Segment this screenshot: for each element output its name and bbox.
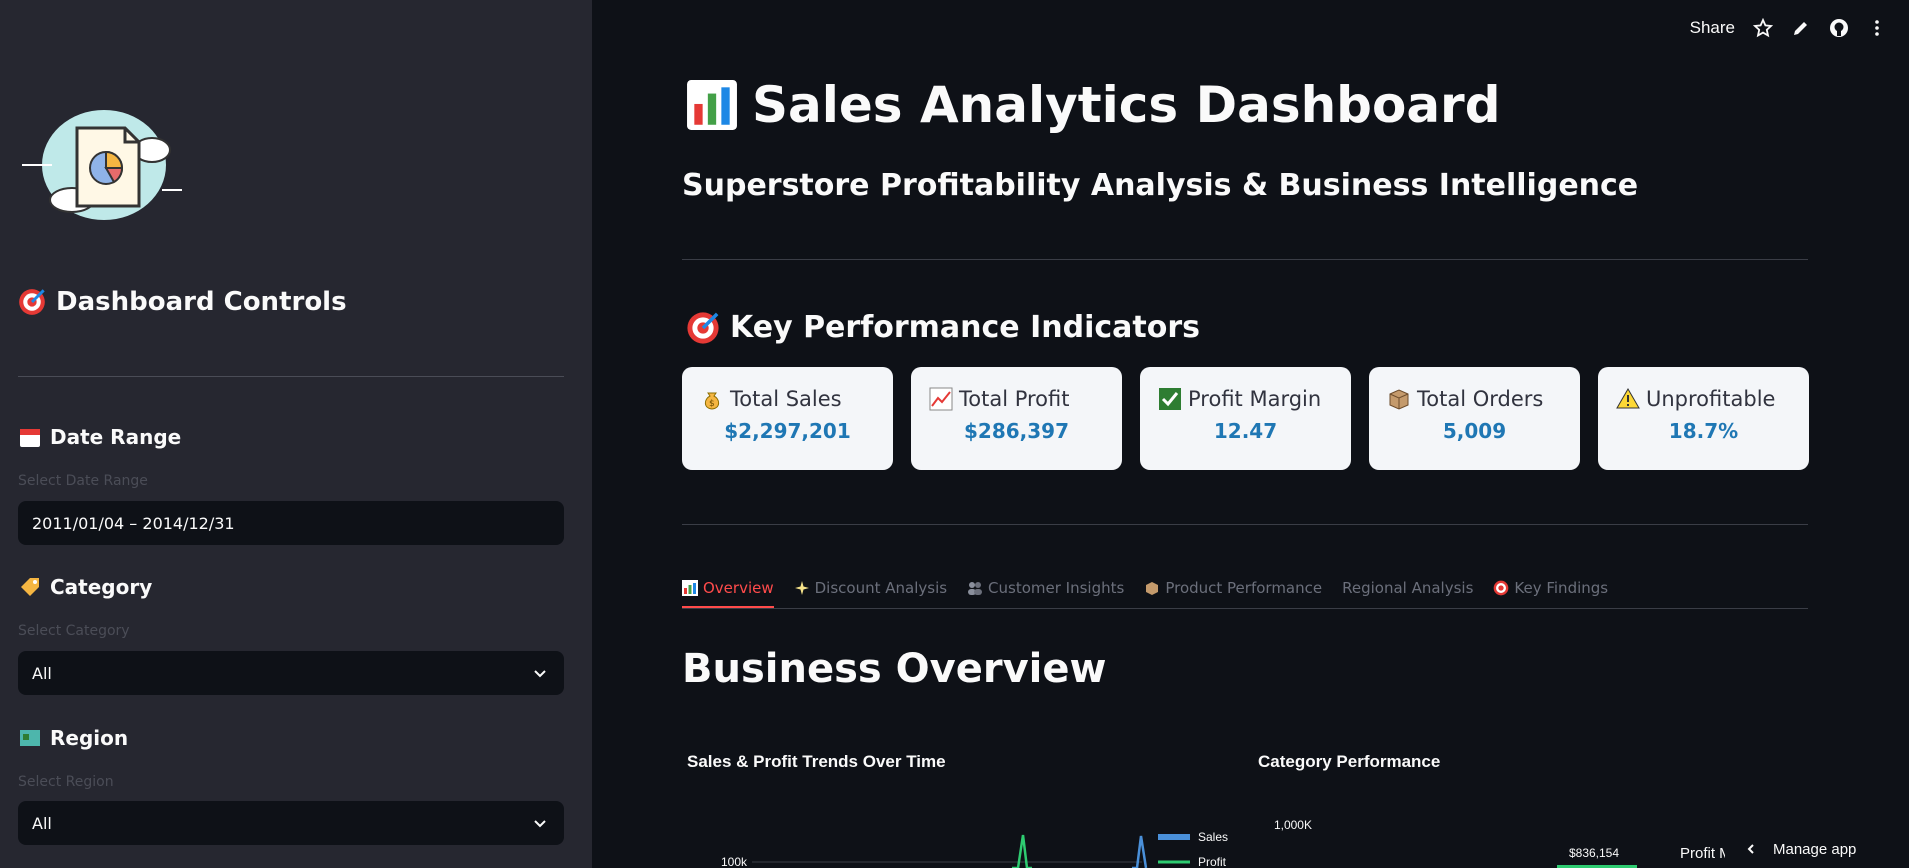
tab-label: Product Performance [1165, 579, 1323, 597]
chart-title-trends: Sales & Profit Trends Over Time [687, 752, 946, 771]
chart-title-category: Category Performance [1258, 752, 1441, 771]
manage-app-label: Manage app [1773, 840, 1857, 858]
manage-app-button[interactable]: Manage app [1725, 830, 1895, 868]
y-tick-label: 100k [721, 855, 748, 868]
kpi-label: Total Orders [1417, 387, 1544, 411]
date-range-input[interactable]: 2011/01/04 – 2014/12/31 [18, 501, 564, 545]
tab-customer-insights[interactable]: Customer Insights [967, 570, 1124, 606]
category-value: All [32, 663, 52, 683]
date-range-value: 2011/01/04 – 2014/12/31 [32, 513, 235, 533]
sparkle-icon [794, 581, 809, 595]
divider [682, 524, 1808, 525]
kpi-value: 5,009 [1442, 419, 1507, 443]
kpi-label: Unprofitable [1646, 387, 1776, 411]
category-heading: Category [18, 575, 152, 599]
target-icon [1494, 580, 1509, 596]
kpi-heading-text: Key Performance Indicators [730, 310, 1200, 345]
kpi-label: Profit Margin [1188, 387, 1322, 411]
money-bag-icon: $ [704, 392, 720, 410]
tab-label: Key Findings [1514, 579, 1609, 597]
kpi-card-total-sales: $ Total Sales $2,297,201 [682, 367, 893, 470]
kpi-value: $2,297,201 [724, 419, 851, 443]
kpi-row: $ Total Sales $2,297,201 Total Profit $2… [682, 367, 1809, 470]
report-cloud-logo [22, 110, 182, 220]
kpi-value: $286,397 [963, 419, 1069, 443]
kpi-card-profit-margin: Profit Margin 12.47 [1140, 367, 1351, 470]
category-heading-text: Category [50, 575, 153, 599]
tag-icon [21, 578, 39, 596]
trend-up-icon [929, 387, 953, 411]
region-heading-text: Region [50, 726, 129, 750]
sales-line [1132, 835, 1148, 868]
kpi-heading: Key Performance Indicators [686, 310, 1200, 345]
people-icon [968, 582, 983, 595]
y-tick-label: 1,000K [1274, 818, 1312, 832]
tab-bar: Overview Discount Analysis Customer Insi… [682, 570, 1808, 609]
box-icon [1146, 582, 1159, 595]
svg-text:$: $ [709, 399, 715, 409]
sidebar-title-text: Dashboard Controls [56, 287, 347, 317]
toolbar: Share [1690, 0, 1909, 56]
kpi-label: Total Sales [730, 387, 842, 411]
bar-chart-icon [682, 580, 698, 596]
more-icon[interactable] [1867, 18, 1887, 38]
divider [682, 259, 1808, 260]
chevron-down-icon [534, 670, 546, 678]
page-title: Sales Analytics Dashboard [686, 76, 1501, 134]
region-select[interactable]: All [18, 801, 564, 845]
warning-icon [1616, 388, 1640, 409]
kpi-value: 12.47 [1213, 419, 1278, 443]
calendar-icon [20, 429, 40, 447]
region-label: Select Region [18, 774, 114, 790]
tab-product-performance[interactable]: Product Performance [1144, 570, 1322, 606]
legend-label-sales: Sales [1198, 830, 1228, 844]
chevron-down-icon [534, 820, 546, 828]
tab-label: Overview [703, 579, 774, 597]
kpi-card-total-orders: Total Orders 5,009 [1369, 367, 1580, 470]
share-button[interactable]: Share [1690, 18, 1735, 38]
map-icon [20, 730, 40, 746]
sidebar-divider [18, 376, 564, 377]
kpi-label: Total Profit [959, 387, 1070, 411]
sidebar-title: Dashboard Controls [18, 287, 347, 317]
github-icon[interactable] [1829, 18, 1849, 38]
tab-label: Regional Analysis [1342, 579, 1474, 597]
page-subtitle: Superstore Profitability Analysis & Busi… [682, 168, 1639, 203]
tab-label: Customer Insights [988, 579, 1125, 597]
box-icon [1389, 389, 1409, 410]
region-value: All [32, 813, 52, 833]
tab-key-findings[interactable]: Key Findings [1493, 570, 1608, 606]
kpi-value: 18.7% [1668, 419, 1739, 443]
star-icon[interactable] [1753, 18, 1773, 38]
bar-data-label: $836,154 [1569, 846, 1619, 860]
category-select[interactable]: All [18, 651, 564, 695]
legend-label-profit: Profit [1198, 855, 1227, 868]
region-heading: Region [18, 726, 128, 750]
tab-discount-analysis[interactable]: Discount Analysis [794, 570, 947, 606]
tab-regional-analysis[interactable]: Regional Analysis [1342, 570, 1473, 606]
category-label: Select Category [18, 623, 130, 639]
profit-line [1012, 834, 1032, 868]
kpi-card-unprofitable: Unprofitable 18.7% [1598, 367, 1809, 470]
bar-chart-icon [687, 80, 737, 130]
date-range-heading-text: Date Range [50, 425, 182, 449]
sales-profit-line-chart: 100k Sales Profit [721, 830, 1228, 868]
check-icon [1159, 388, 1181, 410]
tab-label: Discount Analysis [814, 579, 948, 597]
sidebar: Dashboard Controls Date Range Select Dat… [0, 0, 592, 868]
date-range-heading: Date Range [18, 425, 181, 449]
page-title-text: Sales Analytics Dashboard [752, 76, 1501, 134]
target-icon [687, 311, 719, 344]
legend-swatch-sales [1158, 834, 1190, 840]
section-title: Business Overview [682, 646, 1107, 692]
target-icon [19, 289, 45, 315]
kpi-card-total-profit: Total Profit $286,397 [911, 367, 1122, 470]
tab-overview[interactable]: Overview [682, 570, 774, 608]
pencil-icon[interactable] [1791, 18, 1811, 38]
date-range-label: Select Date Range [18, 473, 148, 489]
chevron-left-icon [1747, 844, 1754, 854]
